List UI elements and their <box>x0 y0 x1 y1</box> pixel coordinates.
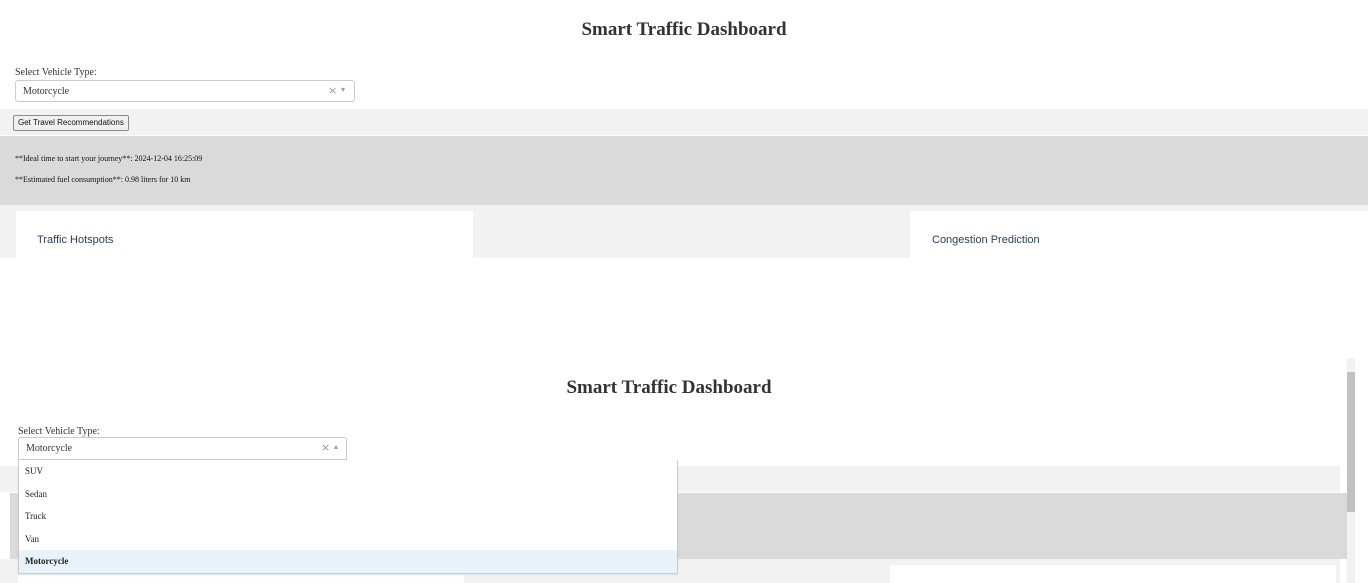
dashboard-panel-collapsed: Smart Traffic Dashboard Select Vehicle T… <box>0 0 1368 258</box>
vehicle-type-value: Motorcycle <box>23 86 70 97</box>
option-suv[interactable]: SUV <box>19 460 677 483</box>
page-title: Smart Traffic Dashboard <box>566 377 772 398</box>
option-van[interactable]: Van <box>19 528 677 551</box>
vehicle-type-select[interactable]: Motorcycle × ▴ <box>18 437 347 460</box>
clear-icon[interactable]: × <box>328 84 337 97</box>
scrollbar-thumb[interactable] <box>1347 372 1355 512</box>
dashboard-panel-expanded: Smart Traffic Dashboard Select Vehicle T… <box>0 350 1368 583</box>
chevron-up-icon[interactable]: ▴ <box>334 442 338 451</box>
fuel-consumption-text: **Estimated fuel consumption**: 0.98 lit… <box>15 175 191 184</box>
clear-icon[interactable]: × <box>321 441 330 454</box>
page-title: Smart Traffic Dashboard <box>581 19 787 40</box>
congestion-prediction-card: Congestion Prediction <box>910 211 1368 258</box>
traffic-hotspots-card: Traffic Hotspots <box>16 211 473 258</box>
traffic-hotspots-title: Traffic Hotspots <box>37 234 114 246</box>
vehicle-type-label: Select Vehicle Type: <box>18 426 100 437</box>
chevron-down-icon[interactable]: ▾ <box>341 85 345 94</box>
vehicle-type-select[interactable]: Motorcycle × ▾ <box>15 80 355 102</box>
option-motorcycle[interactable]: Motorcycle <box>19 550 677 573</box>
recommendations-box: **Ideal time to start your journey**: 20… <box>0 136 1368 205</box>
button-bar: Get Travel Recommendations <box>0 109 1368 135</box>
vehicle-type-dropdown-menu: SUV Sedan Truck Van Motorcycle <box>18 460 678 574</box>
congestion-prediction-title: Congestion Prediction <box>932 234 1040 246</box>
option-sedan[interactable]: Sedan <box>19 483 677 506</box>
traffic-hotspots-card <box>18 575 464 583</box>
get-travel-recommendations-button[interactable]: Get Travel Recommendations <box>13 115 129 131</box>
vehicle-type-label: Select Vehicle Type: <box>15 67 97 78</box>
option-truck[interactable]: Truck <box>19 505 677 528</box>
ideal-time-text: **Ideal time to start your journey**: 20… <box>15 154 203 163</box>
congestion-prediction-card <box>890 565 1336 583</box>
vehicle-type-value: Motorcycle <box>26 443 73 454</box>
